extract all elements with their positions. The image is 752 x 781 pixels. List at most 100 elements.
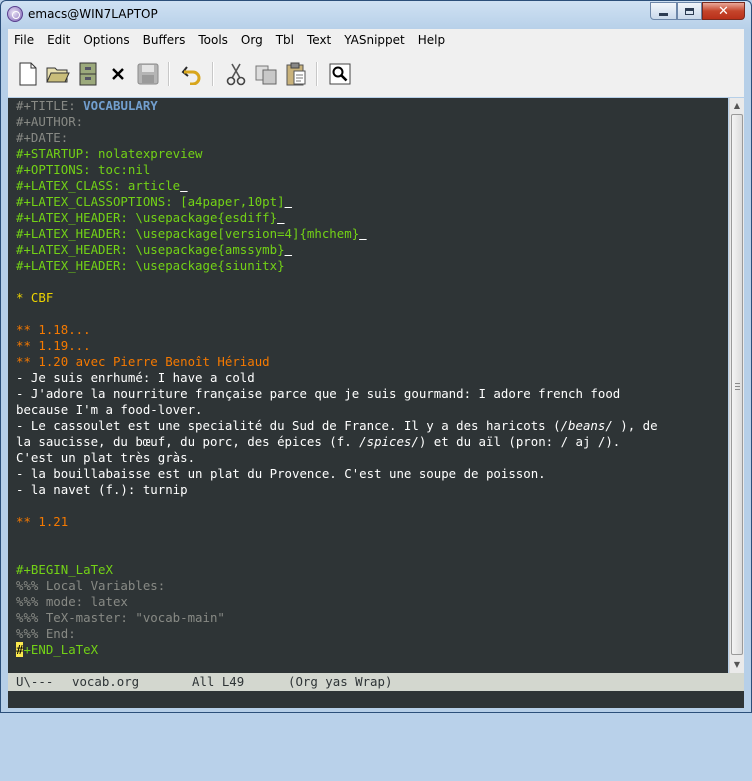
buffer-text: C'est un plat très gràs. [16, 450, 196, 465]
buffer-text: %%% Local Variables: [16, 578, 166, 593]
maximize-icon [685, 7, 694, 15]
open-folder-button[interactable] [46, 62, 70, 86]
buffer-line: #+LATEX_HEADER: \usepackage{siunitx} [16, 258, 658, 274]
buffer-text: #+TITLE: [16, 98, 84, 113]
buffer-line: %%% Local Variables: [16, 578, 658, 594]
buffer-line: * CBF [16, 290, 658, 306]
buffer-text: #+LATEX_HEADER: \usepackage[version=4]{m… [16, 226, 360, 241]
new-file-icon [19, 62, 37, 86]
buffer-line: #+LATEX_CLASSOPTIONS: [a4paper,10pt] [16, 194, 658, 210]
menu-file[interactable]: File [8, 33, 41, 47]
buffer-text: ** 1.19... [16, 338, 91, 353]
minimize-icon [659, 13, 668, 16]
scroll-down-arrow-icon[interactable]: ▼ [730, 657, 744, 672]
buffer-text: /beans/ [560, 418, 613, 433]
buffer-text: - la navet (f.): turnip [16, 482, 188, 497]
buffer-line: - Le cassoulet est une specialité du Sud… [16, 418, 658, 434]
menu-yasnippet[interactable]: YASnippet [338, 33, 412, 47]
emacs-app-icon[interactable] [7, 6, 23, 22]
buffer-text: #+LATEX_CLASSOPTIONS: [a4paper,10pt] [16, 194, 285, 209]
buffer-text: #+LATEX_HEADER: \usepackage{siunitx} [16, 258, 285, 273]
buffer-text: * CBF [16, 290, 54, 305]
menu-tbl[interactable]: Tbl [270, 33, 301, 47]
buffer-line: #+STARTUP: nolatexpreview [16, 146, 658, 162]
buffer-line: #+DATE: [16, 130, 658, 146]
undo-button[interactable] [180, 62, 204, 86]
buffer-text: #+BEGIN_LaTeX [16, 562, 113, 577]
minibuffer[interactable] [8, 691, 744, 708]
cut-button[interactable] [224, 62, 248, 86]
buffer-text [285, 242, 292, 257]
emacs-window: emacs@WIN7LAPTOP ✕ File Edit Options Buf… [0, 0, 752, 713]
new-file-button[interactable] [16, 62, 40, 86]
buffer-line: - J'adore la nourriture française parce … [16, 386, 658, 402]
buffer-text: /spices/ [359, 434, 419, 449]
menu-buffers[interactable]: Buffers [137, 33, 193, 47]
mode-line: U\--- vocab.org All L49 (Org yas Wrap) [8, 673, 744, 691]
buffer-line: ** 1.20 avec Pierre Benoît Hériaud [16, 354, 658, 370]
buffer-line [16, 306, 658, 322]
buffer-line [16, 546, 658, 562]
title-bar[interactable]: emacs@WIN7LAPTOP ✕ [1, 1, 751, 29]
buffer-text: #+AUTHOR: [16, 114, 84, 129]
buffer-line: %%% mode: latex [16, 594, 658, 610]
search-button[interactable] [328, 62, 352, 86]
menu-tools[interactable]: Tools [192, 33, 235, 47]
minimize-button[interactable] [650, 2, 677, 20]
save-button[interactable] [136, 62, 160, 86]
editor-buffer[interactable]: #+TITLE: VOCABULARY #+AUTHOR: #+DATE: #+STA… [8, 98, 728, 673]
modeline-modes: (Org yas Wrap) [288, 674, 393, 689]
buffer-text: #+OPTIONS: toc:nil [16, 162, 151, 177]
buffer-line: ** 1.19... [16, 338, 658, 354]
buffer-line: #+TITLE: VOCABULARY [16, 98, 658, 114]
menu-text[interactable]: Text [301, 33, 338, 47]
toolbar-separator [316, 62, 318, 86]
close-button[interactable]: ✕ [702, 2, 745, 20]
menu-edit[interactable]: Edit [41, 33, 77, 47]
buffer-line [16, 498, 658, 514]
buffer-text: VOCABULARY [83, 98, 158, 113]
maximize-button[interactable] [677, 2, 702, 20]
buffer-text: la saucisse, du bœuf, du porc, des épice… [16, 434, 360, 449]
x-icon [112, 68, 124, 80]
buffer-line: because I'm a food-lover. [16, 402, 658, 418]
buffer-line: #+LATEX_HEADER: \usepackage{amssymb} [16, 242, 658, 258]
buffer-text: - J'adore la nourriture française parce … [16, 386, 621, 401]
scroll-up-arrow-icon[interactable]: ▲ [730, 98, 744, 113]
buffer-line: #+LATEX_HEADER: \usepackage[version=4]{m… [16, 226, 658, 242]
toolbar-separator [212, 62, 214, 86]
menu-help[interactable]: Help [412, 33, 452, 47]
buffer-text: +END_LaTeX [23, 642, 99, 657]
buffer-text: because I'm a food-lover. [16, 402, 203, 417]
buffer-text [285, 194, 292, 209]
buffer-text: %%% TeX-master: "vocab-main" [16, 610, 225, 625]
close-icon: ✕ [718, 3, 729, 19]
buffer-line: ** 1.18... [16, 322, 658, 338]
buffer-text: #+LATEX_HEADER: \usepackage{esdiff} [16, 210, 278, 225]
scrollbar-thumb[interactable] [731, 114, 743, 655]
buffer-line [16, 530, 658, 546]
paste-button[interactable] [284, 62, 308, 86]
dired-button[interactable] [76, 62, 100, 86]
menu-org[interactable]: Org [235, 33, 270, 47]
buffer-text: %%% mode: latex [16, 594, 128, 609]
buffer-text: #+LATEX_HEADER: \usepackage{amssymb} [16, 242, 285, 257]
menu-options[interactable]: Options [77, 33, 136, 47]
menu-bar: File Edit Options Buffers Tools Org Tbl … [8, 29, 744, 51]
buffer-line: #+AUTHOR: [16, 114, 658, 130]
buffer-text: - Je suis enrhumé: I have a cold [16, 370, 255, 385]
buffer-text: - la bouillabaisse est un plat du Proven… [16, 466, 546, 481]
buffer-line: C'est un plat très gràs. [16, 450, 658, 466]
copy-icon [255, 65, 277, 85]
window-controls: ✕ [650, 2, 745, 20]
buffer-line: - Je suis enrhumé: I have a cold [16, 370, 658, 386]
buffer-line: #+LATEX_HEADER: \usepackage{esdiff} [16, 210, 658, 226]
buffer-line: - la bouillabaisse est un plat du Proven… [16, 466, 658, 482]
copy-button[interactable] [254, 62, 278, 86]
buffer-line [16, 274, 658, 290]
vertical-scrollbar[interactable]: ▲ ▼ [729, 98, 744, 673]
buffer-text [277, 210, 284, 225]
close-buffer-button[interactable] [106, 62, 130, 86]
cabinet-icon [79, 62, 97, 86]
buffer-lines: #+TITLE: VOCABULARY #+AUTHOR: #+DATE: #+STA… [16, 98, 658, 658]
